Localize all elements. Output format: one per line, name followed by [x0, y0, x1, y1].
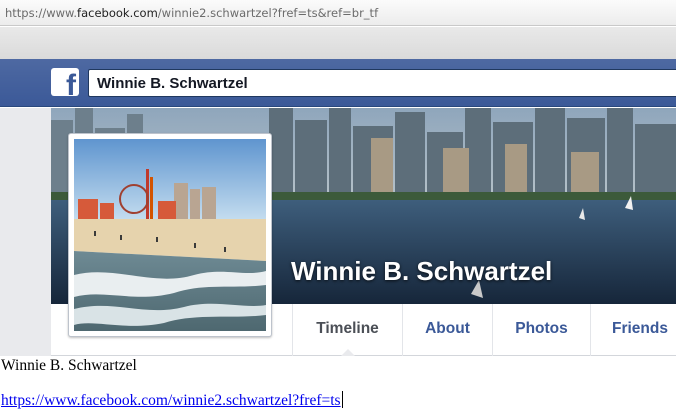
tab-timeline[interactable]: Timeline: [292, 304, 402, 356]
tab-photos[interactable]: Photos: [492, 304, 590, 356]
tab-about-label: About: [425, 320, 470, 337]
beach-amusement-park-icon: [74, 139, 266, 331]
profile-url-link-text: https://www.facebook.com/winnie2.schwart…: [1, 392, 341, 409]
tab-friends[interactable]: Friends: [590, 304, 676, 356]
tab-about[interactable]: About: [402, 304, 492, 356]
profile-name-text: Winnie B. Schwartzel: [1, 357, 137, 374]
profile-picture[interactable]: [68, 133, 272, 337]
browser-toolbar-strip: [0, 27, 676, 59]
url-host: facebook.com: [77, 6, 158, 20]
tab-photos-label: Photos: [515, 320, 568, 337]
tab-friends-label: Friends: [612, 320, 668, 337]
active-tab-caret-icon: [340, 349, 355, 356]
tab-timeline-label: Timeline: [316, 320, 379, 337]
profile-url-link[interactable]: https://www.facebook.com/winnie2.schwart…: [1, 391, 343, 410]
browser-address-bar[interactable]: https://www.facebook.com/winnie2.schwart…: [0, 0, 676, 26]
search-value: Winnie B. Schwartzel: [97, 75, 248, 92]
address-url[interactable]: https://www.facebook.com/winnie2.schwart…: [5, 6, 378, 20]
cover-profile-name[interactable]: Winnie B. Schwartzel: [291, 256, 552, 287]
facebook-logo-letter: f: [66, 69, 76, 97]
search-input[interactable]: Winnie B. Schwartzel: [88, 69, 676, 97]
facebook-logo-icon[interactable]: f: [51, 68, 79, 96]
facebook-header: f Winnie B. Schwartzel: [0, 59, 676, 107]
url-prefix: https://www.: [5, 6, 78, 20]
text-cursor: [341, 391, 343, 408]
url-path: /winnie2.schwartzel?fref=ts&ref=br_tf: [157, 6, 379, 20]
left-rail: [0, 108, 51, 356]
